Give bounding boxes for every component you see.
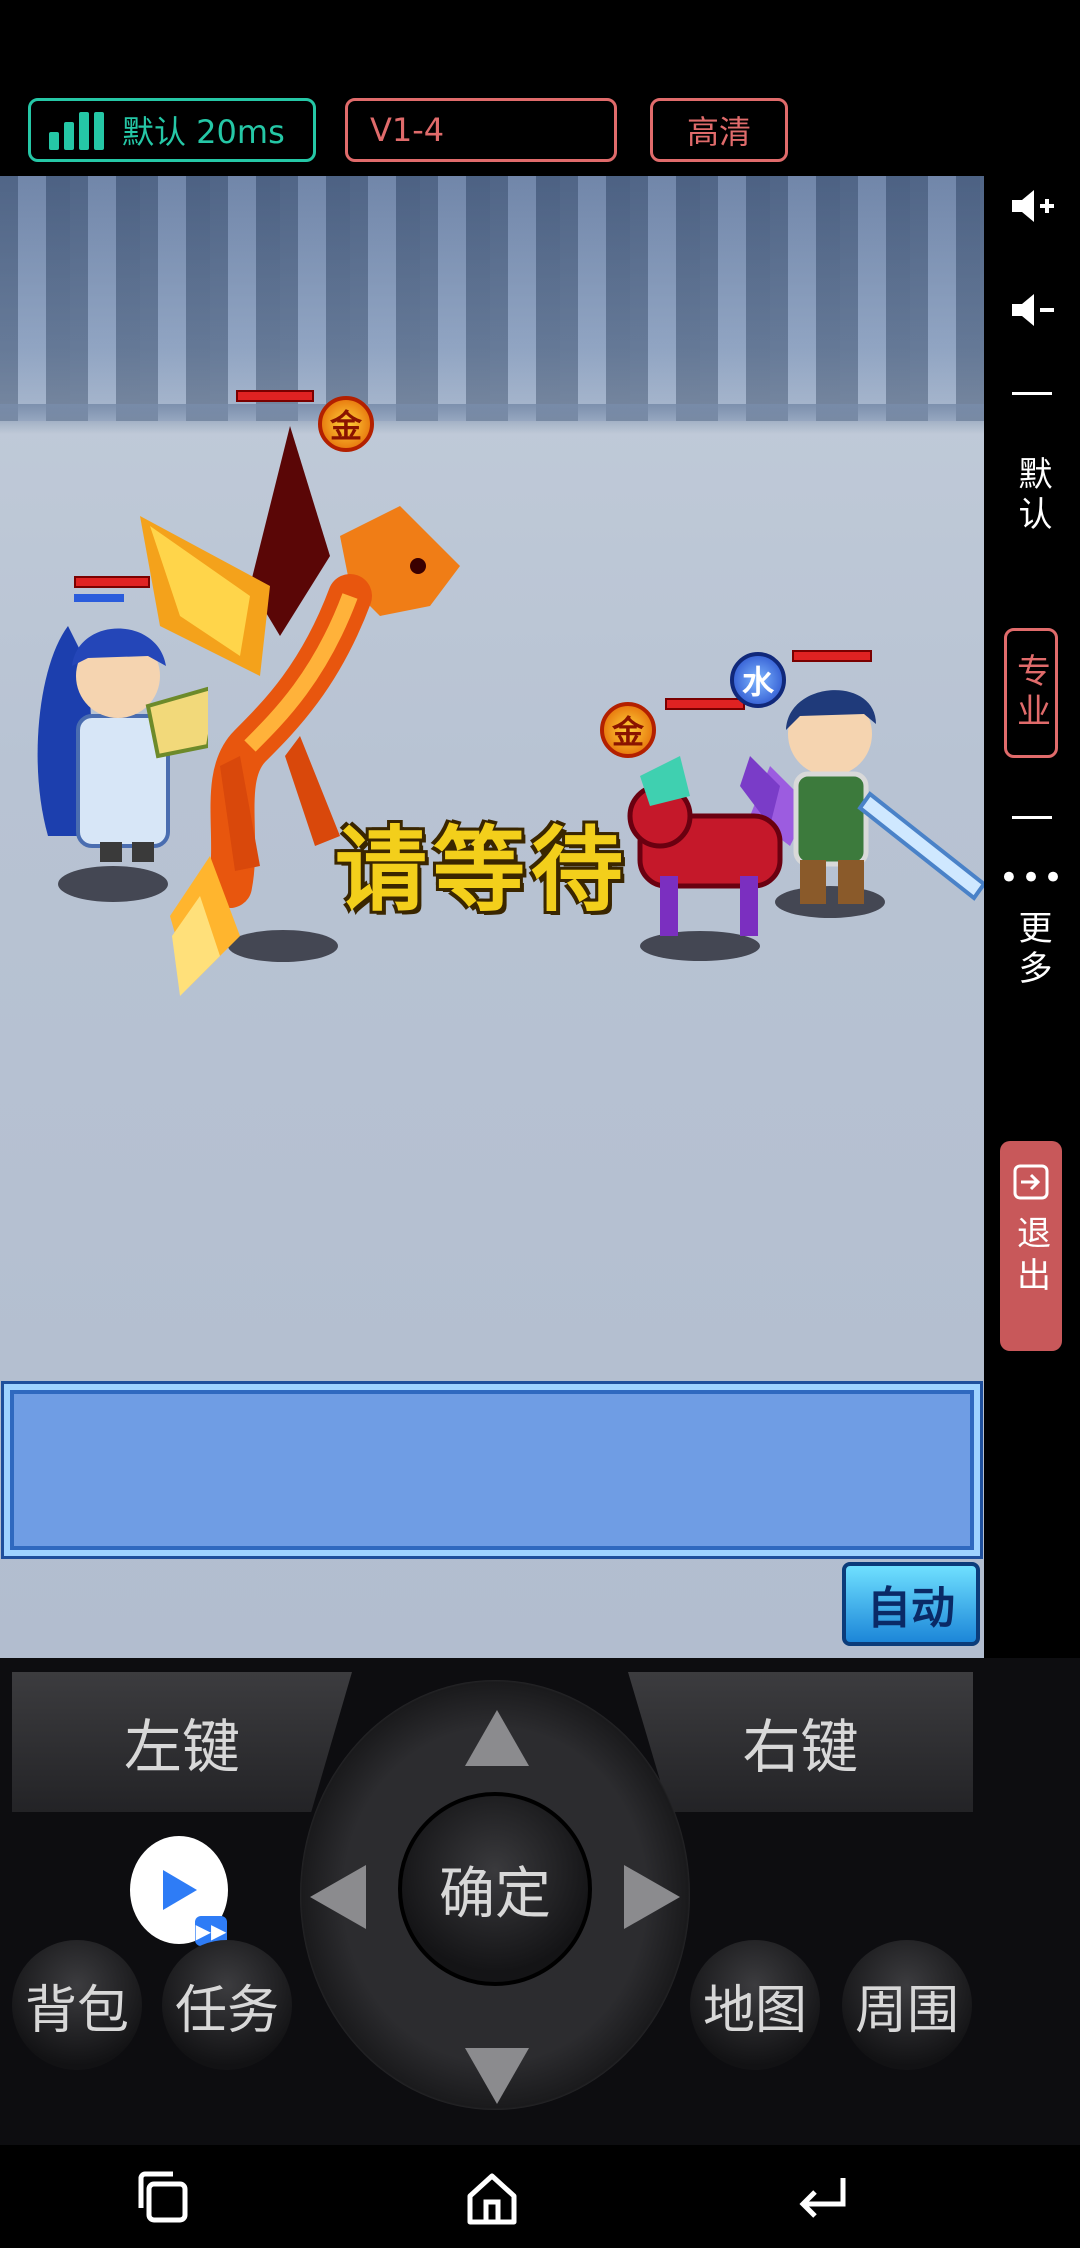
battle-message-box bbox=[1, 1381, 983, 1559]
version-button[interactable]: V1-4 bbox=[345, 98, 617, 162]
confirm-button[interactable]: 确定 bbox=[398, 1792, 592, 1986]
side-divider bbox=[1012, 392, 1052, 395]
version-label: V1-4 bbox=[370, 111, 445, 149]
network-latency-label: 默认 20ms bbox=[122, 113, 285, 151]
back-button[interactable] bbox=[786, 2163, 856, 2233]
more-dots-icon: ••• bbox=[998, 858, 1066, 898]
pro-mode-button[interactable]: 专业 bbox=[1004, 628, 1058, 758]
exit-icon bbox=[1013, 1164, 1049, 1200]
dpad-left-arrow-icon[interactable] bbox=[310, 1865, 366, 1929]
nearby-button[interactable]: 周围 bbox=[842, 1940, 972, 2070]
play-icon bbox=[163, 1870, 197, 1910]
enemy-hero-hp-bar bbox=[792, 650, 872, 662]
ally-hero-hp-bar bbox=[74, 576, 150, 588]
default-mode-label: 默认 bbox=[1012, 456, 1052, 536]
game-viewport[interactable]: 金 金 水 请等待 自动 bbox=[0, 176, 984, 1658]
top-status-bar: 默认 20ms V1-4 高清 bbox=[0, 0, 1080, 176]
recent-apps-button[interactable] bbox=[128, 2163, 198, 2233]
right-soft-key[interactable]: 右键 bbox=[628, 1672, 973, 1812]
network-latency-button[interactable]: 默认 20ms bbox=[28, 98, 316, 162]
left-soft-key[interactable]: 左键 bbox=[12, 1672, 352, 1812]
exit-button[interactable]: 退出 bbox=[1000, 1141, 1062, 1351]
dpad-down-arrow-icon[interactable] bbox=[465, 2048, 529, 2104]
ally-hero-mp-bar bbox=[74, 594, 124, 602]
side-divider bbox=[1012, 816, 1052, 819]
more-button[interactable]: ••• 更多 bbox=[984, 858, 1080, 990]
recent-apps-icon bbox=[138, 2171, 188, 2223]
side-panel: 默认 专业 ••• 更多 退出 bbox=[984, 176, 1080, 1658]
dragon-hp-bar bbox=[236, 390, 314, 402]
home-button[interactable] bbox=[457, 2163, 527, 2233]
pro-mode-label: 专业 bbox=[1010, 653, 1051, 733]
enemy-swordsman-sprite[interactable] bbox=[760, 684, 984, 924]
system-navigation-bar bbox=[0, 2145, 1080, 2248]
speaker-plus-icon bbox=[1012, 190, 1054, 222]
bag-button[interactable]: 背包 bbox=[12, 1940, 142, 2070]
enemy-mount-hp-bar bbox=[665, 698, 745, 710]
virtual-controller: 左键 右键 确定 ▶▶ 背包 任务 地图 周围 bbox=[0, 1658, 1080, 2145]
ice-wall-background bbox=[0, 176, 984, 421]
signal-bars-icon bbox=[49, 110, 104, 150]
default-mode-button[interactable]: 默认 bbox=[984, 456, 1080, 536]
auto-battle-button[interactable]: 自动 bbox=[842, 1562, 980, 1646]
map-button[interactable]: 地图 bbox=[690, 1940, 820, 2070]
ally-scholar-sprite[interactable] bbox=[28, 606, 208, 876]
back-arrow-icon bbox=[799, 2178, 846, 2218]
home-icon bbox=[467, 2173, 517, 2225]
dpad-right-arrow-icon[interactable] bbox=[624, 1865, 680, 1929]
quality-button[interactable]: 高清 bbox=[650, 98, 788, 162]
dpad[interactable]: 确定 bbox=[300, 1680, 690, 2110]
dpad-up-arrow-icon[interactable] bbox=[465, 1710, 529, 1766]
volume-up-button[interactable] bbox=[984, 176, 1080, 236]
exit-label: 退出 bbox=[1010, 1215, 1051, 1299]
quality-label: 高清 bbox=[686, 113, 751, 151]
task-button[interactable]: 任务 bbox=[162, 1940, 292, 2070]
more-label: 更多 bbox=[1012, 910, 1052, 990]
volume-down-button[interactable] bbox=[984, 280, 1080, 340]
speaker-minus-icon bbox=[1012, 294, 1054, 326]
please-wait-text: 请等待 bbox=[335, 817, 630, 924]
